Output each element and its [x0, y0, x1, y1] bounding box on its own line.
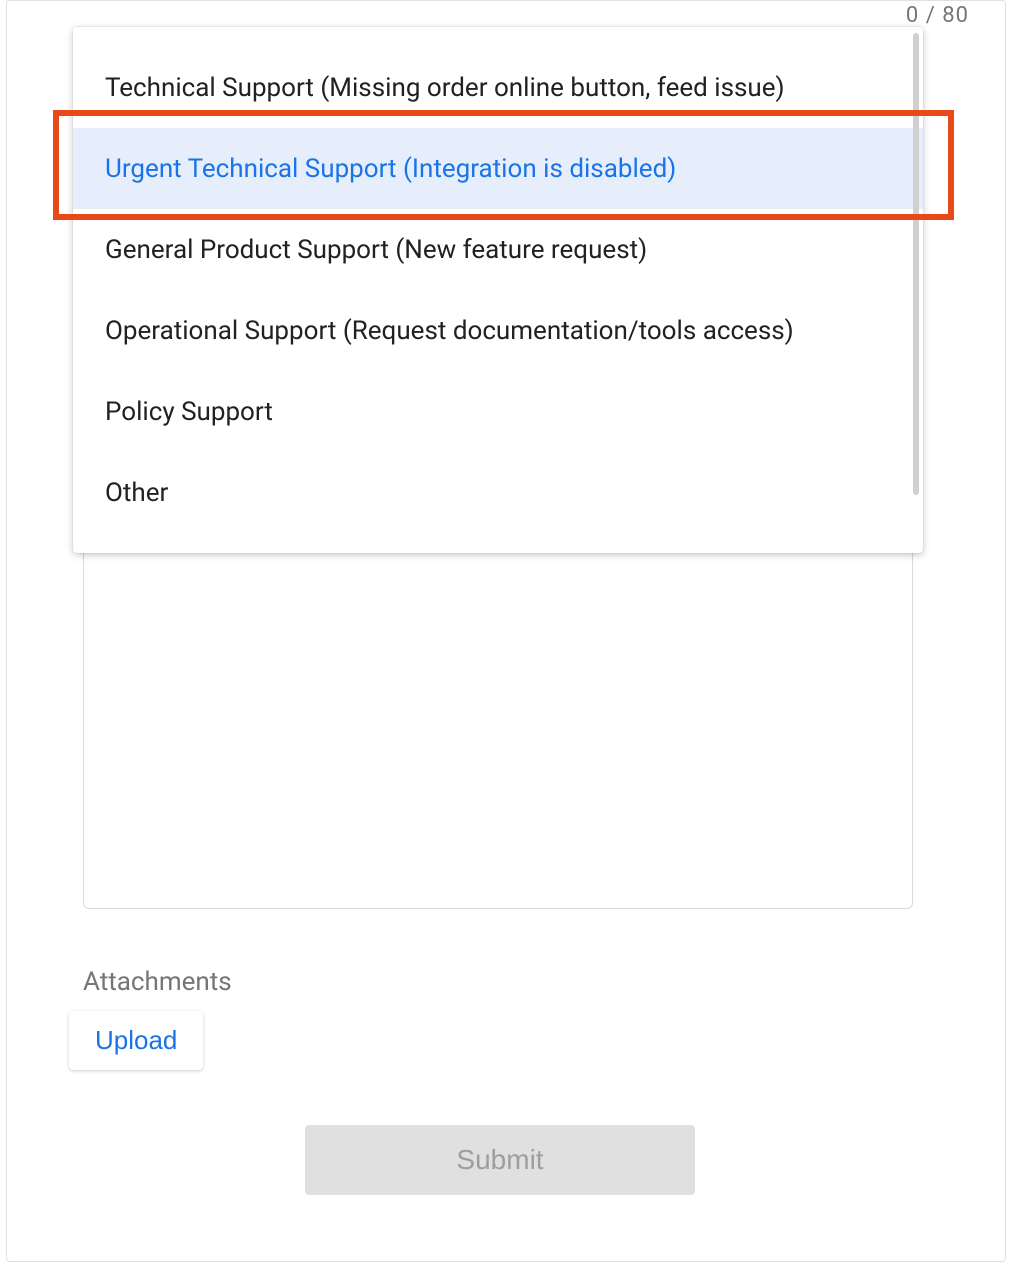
dropdown-option-technical-support[interactable]: Technical Support (Missing order online … — [73, 47, 923, 128]
dropdown-option-label: Policy Support — [105, 397, 273, 427]
scrollbar[interactable] — [913, 33, 919, 495]
dropdown-option-urgent-technical-support[interactable]: Urgent Technical Support (Integration is… — [73, 128, 923, 209]
description-textarea[interactable] — [83, 549, 913, 909]
dropdown-option-other[interactable]: Other — [73, 452, 923, 533]
dropdown-option-operational-support[interactable]: Operational Support (Request documentati… — [73, 290, 923, 371]
dropdown-option-policy-support[interactable]: Policy Support — [73, 371, 923, 452]
dropdown-option-general-product-support[interactable]: General Product Support (New feature req… — [73, 209, 923, 290]
dropdown-option-label: General Product Support (New feature req… — [105, 235, 647, 265]
dropdown-option-label: Technical Support (Missing order online … — [105, 73, 785, 103]
submit-button[interactable]: Submit — [305, 1125, 695, 1195]
character-counter: 0 / 80 — [906, 3, 969, 28]
dropdown-option-label: Other — [105, 478, 168, 508]
form-card: 0 / 80 Technical Support (Missing order … — [6, 0, 1006, 1262]
issue-type-dropdown-menu[interactable]: Technical Support (Missing order online … — [73, 27, 923, 553]
dropdown-option-label: Urgent Technical Support (Integration is… — [105, 154, 676, 184]
attachments-label: Attachments — [83, 967, 232, 997]
upload-button[interactable]: Upload — [69, 1011, 203, 1070]
dropdown-option-label: Operational Support (Request documentati… — [105, 316, 794, 346]
